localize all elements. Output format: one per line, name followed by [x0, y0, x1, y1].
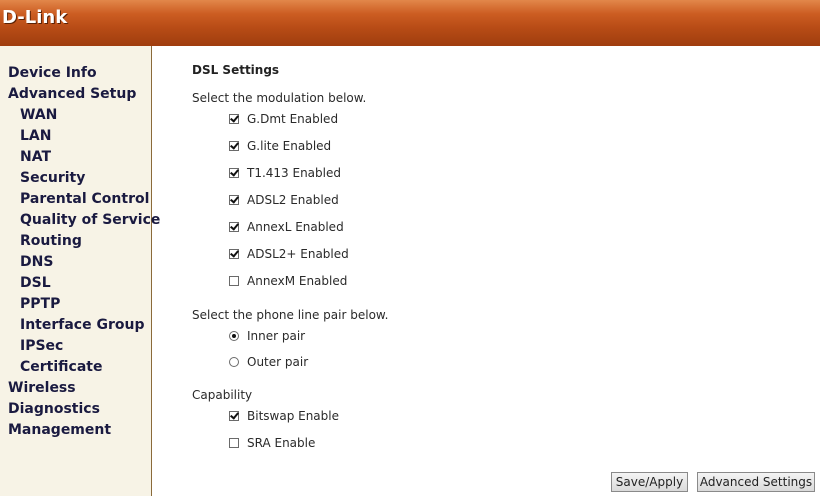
sidebar-item-wan[interactable]: WAN [8, 107, 160, 128]
phone-pair-outer-pair[interactable]: Outer pair [229, 354, 308, 370]
modulation-option-g-dmt-enabled-checkbox[interactable] [229, 114, 239, 124]
phone-pair-inner-pair-label: Inner pair [247, 329, 306, 343]
sidebar-item-nat[interactable]: NAT [8, 149, 160, 170]
sidebar-item-advanced-setup[interactable]: Advanced Setup [8, 86, 160, 107]
sidebar-item-ipsec[interactable]: IPSec [8, 338, 160, 359]
modulation-option-adsl2-enabled[interactable]: ADSL2 Enabled [229, 192, 339, 208]
capability-label: Capability [192, 388, 253, 402]
sidebar-item-dsl[interactable]: DSL [8, 275, 160, 296]
phone-pair-inner-pair-radio[interactable] [229, 331, 239, 341]
modulation-option-t1-413-enabled-label: T1.413 Enabled [247, 166, 341, 180]
sidebar-item-pptp[interactable]: PPTP [8, 296, 160, 317]
sidebar: Device Info Advanced Setup WAN LAN NAT Securi… [0, 46, 160, 496]
sidebar-item-certificate[interactable]: Certificate [8, 359, 160, 380]
modulation-option-t1-413-enabled[interactable]: T1.413 Enabled [229, 165, 341, 181]
phone-pair-outer-pair-label: Outer pair [247, 355, 309, 369]
advanced-settings-button[interactable]: Advanced Settings [697, 472, 815, 492]
modulation-option-g-lite-enabled[interactable]: G.lite Enabled [229, 138, 331, 154]
sidebar-item-security[interactable]: Security [8, 170, 160, 191]
modulation-option-g-dmt-enabled[interactable]: G.Dmt Enabled [229, 111, 338, 127]
modulation-option-g-dmt-enabled-label: G.Dmt Enabled [247, 112, 339, 126]
sidebar-item-interface-group[interactable]: Interface Group [8, 317, 160, 338]
modulation-option-adsl2-enabled-label: ADSL2 Enabled [247, 193, 339, 207]
modulation-option-annexm-enabled-checkbox[interactable] [229, 276, 239, 286]
modulation-option-adsl2-enabled[interactable]: ADSL2+ Enabled [229, 246, 349, 262]
modulation-prompt: Select the modulation below. [192, 91, 367, 105]
sidebar-item-diagnostics[interactable]: Diagnostics [8, 401, 160, 422]
sidebar-item-management[interactable]: Management [8, 422, 160, 443]
sidebar-item-lan[interactable]: LAN [8, 128, 160, 149]
page-title: DSL Settings [192, 63, 280, 77]
sidebar-item-wireless[interactable]: Wireless [8, 380, 160, 401]
save-apply-button[interactable]: Save/Apply [611, 472, 688, 492]
modulation-option-t1-413-enabled-checkbox[interactable] [229, 168, 239, 178]
capability-bitswap-enable-checkbox[interactable] [229, 411, 239, 421]
modulation-option-annexl-enabled-label: AnnexL Enabled [247, 220, 344, 234]
sidebar-item-routing[interactable]: Routing [8, 233, 160, 254]
modulation-option-adsl2-enabled-checkbox[interactable] [229, 195, 239, 205]
capability-bitswap-enable-label: Bitswap Enable [247, 409, 339, 423]
phone-pair-outer-pair-radio[interactable] [229, 357, 239, 367]
modulation-option-annexl-enabled-checkbox[interactable] [229, 222, 239, 232]
capability-sra-enable-label: SRA Enable [247, 436, 316, 450]
dlink-logo: D-Link [2, 7, 68, 28]
phone-pair-inner-pair[interactable]: Inner pair [229, 328, 305, 344]
capability-sra-enable-checkbox[interactable] [229, 438, 239, 448]
modulation-option-adsl2-enabled-label: ADSL2+ Enabled [247, 247, 349, 261]
modulation-option-g-lite-enabled-label: G.lite Enabled [247, 139, 332, 153]
capability-sra-enable[interactable]: SRA Enable [229, 435, 315, 451]
modulation-option-adsl2-enabled-checkbox[interactable] [229, 249, 239, 259]
modulation-option-annexm-enabled[interactable]: AnnexM Enabled [229, 273, 347, 289]
capability-bitswap-enable[interactable]: Bitswap Enable [229, 408, 339, 424]
main-content: DSL Settings Select the modulation below… [192, 0, 812, 496]
phone-line-prompt: Select the phone line pair below. [192, 308, 389, 322]
sidebar-item-parental-control[interactable]: Parental Control [8, 191, 160, 212]
sidebar-item-dns[interactable]: DNS [8, 254, 160, 275]
sidebar-item-device-info[interactable]: Device Info [8, 65, 160, 86]
sidebar-nav: Device Info Advanced Setup WAN LAN NAT Securi… [8, 65, 160, 443]
sidebar-item-quality-of-service[interactable]: Quality of Service [8, 212, 160, 233]
modulation-option-g-lite-enabled-checkbox[interactable] [229, 141, 239, 151]
modulation-option-annexm-enabled-label: AnnexM Enabled [247, 274, 348, 288]
modulation-option-annexl-enabled[interactable]: AnnexL Enabled [229, 219, 344, 235]
